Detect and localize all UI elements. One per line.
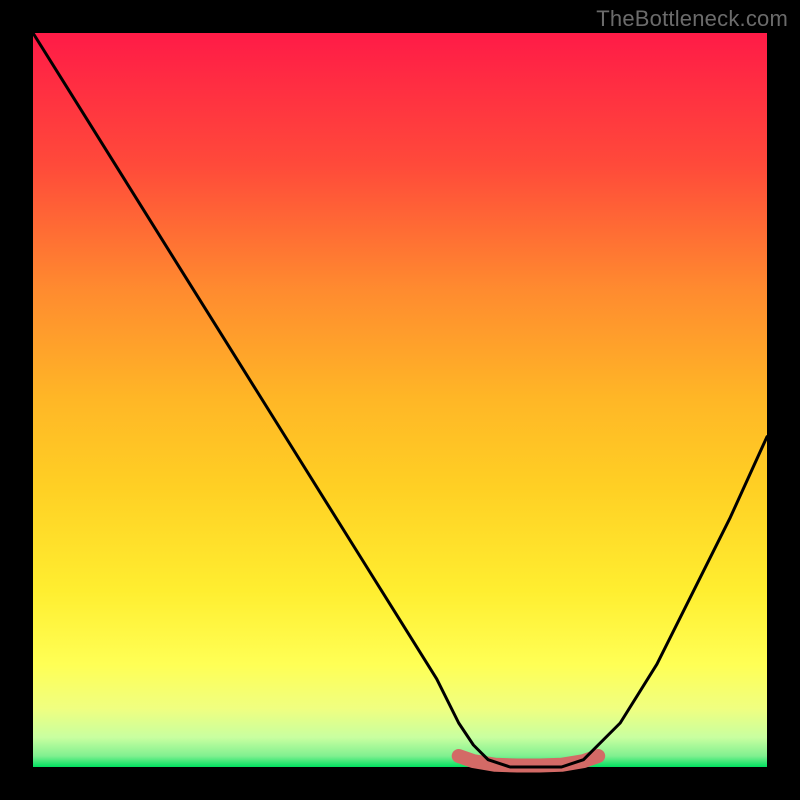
plot-area — [33, 33, 767, 767]
main-curve — [33, 33, 767, 767]
chart-svg — [33, 33, 767, 767]
watermark-text: TheBottleneck.com — [596, 6, 788, 32]
chart-frame: TheBottleneck.com — [0, 0, 800, 800]
